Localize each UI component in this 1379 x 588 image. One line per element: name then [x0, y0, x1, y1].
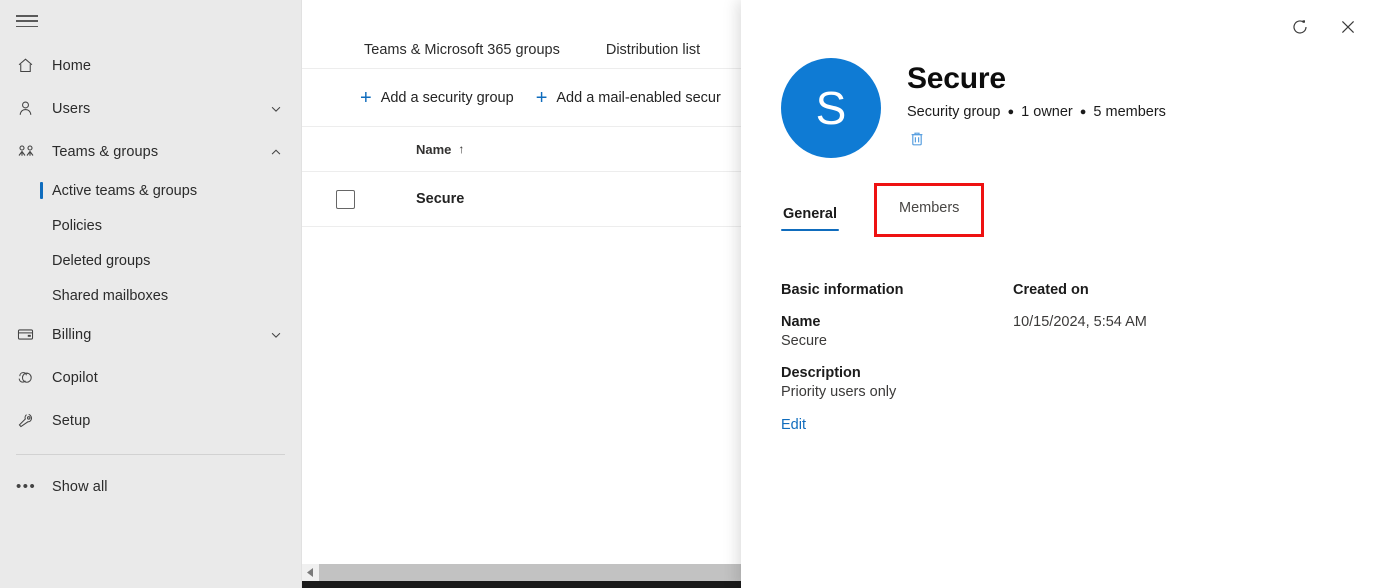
sidebar-subitem-active-teams-groups[interactable]: Active teams & groups	[0, 173, 301, 208]
plus-icon: +	[360, 88, 372, 108]
tab-general[interactable]: General	[781, 200, 839, 234]
billing-card-icon	[16, 325, 42, 344]
panel-header-text: Secure Security group ● 1 owner ● 5 memb…	[881, 58, 1166, 154]
tab-label: Distribution list	[606, 42, 700, 58]
sidebar-subitem-shared-mailboxes[interactable]: Shared mailboxes	[0, 278, 301, 313]
ellipsis-icon: •••	[16, 479, 42, 494]
group-details-panel: S Secure Security group ● 1 owner ● 5 me…	[741, 0, 1379, 588]
refresh-icon[interactable]	[1287, 14, 1313, 40]
sidebar-item-label: Teams & groups	[42, 144, 269, 160]
chevron-down-icon[interactable]	[269, 102, 283, 116]
field-value-description: Priority users only	[781, 384, 1013, 400]
add-a-security-group-button[interactable]: + Add a security group	[360, 88, 514, 108]
panel-body: Basic information Name Secure Descriptio…	[781, 282, 1379, 434]
sidebar-item-label: Show all	[42, 479, 283, 495]
page-title: Secure	[907, 62, 1166, 97]
panel-header: S Secure Security group ● 1 owner ● 5 me…	[741, 0, 1379, 158]
sidebar-item-label: Setup	[42, 413, 283, 429]
sidebar-subitem-label: Active teams & groups	[52, 183, 197, 199]
sidebar-item-show-all[interactable]: ••• Show all	[0, 465, 301, 508]
owner-count-label: 1 owner	[1021, 104, 1073, 120]
section-title: Basic information	[781, 282, 1013, 298]
panel-tab-label: Members	[899, 200, 959, 216]
chevron-up-icon[interactable]	[269, 145, 283, 159]
panel-subtitle: Security group ● 1 owner ● 5 members	[907, 104, 1166, 120]
chevron-down-icon[interactable]	[269, 328, 283, 342]
row-select-cell	[302, 190, 380, 209]
home-icon	[16, 56, 42, 75]
tab-label: Teams & Microsoft 365 groups	[364, 42, 560, 58]
sidebar-subitem-label: Deleted groups	[52, 253, 150, 269]
command-label: Add a mail-enabled secur	[556, 90, 720, 106]
edit-link[interactable]: Edit	[781, 417, 806, 433]
close-icon[interactable]	[1335, 14, 1361, 40]
panel-tab-label: General	[783, 206, 837, 222]
row-checkbox[interactable]	[336, 190, 355, 209]
bullet-separator-icon: ●	[1008, 106, 1015, 118]
plus-icon: +	[536, 88, 548, 108]
teams-groups-icon	[16, 142, 42, 162]
tab-teams-microsoft-365-groups[interactable]: Teams & Microsoft 365 groups	[360, 42, 564, 68]
sidebar-item-billing[interactable]: Billing	[0, 313, 301, 356]
sidebar-divider	[16, 454, 285, 455]
sidebar-item-teams-groups[interactable]: Teams & groups	[0, 130, 301, 173]
app-root: Home Users	[0, 0, 1379, 588]
panel-tabs: General Members	[781, 186, 1379, 234]
command-label: Add a security group	[381, 90, 514, 106]
sidebar: Home Users	[0, 0, 302, 588]
section-title: Created on	[1013, 282, 1379, 298]
sidebar-item-users[interactable]: Users	[0, 87, 301, 130]
group-type-label: Security group	[907, 104, 1001, 120]
column-header-label: Name	[416, 142, 451, 157]
created-on-value: 10/15/2024, 5:54 AM	[1013, 314, 1379, 330]
sidebar-item-home[interactable]: Home	[0, 44, 301, 87]
sidebar-nav: Home Users	[0, 44, 301, 508]
sidebar-item-copilot[interactable]: Copilot	[0, 356, 301, 399]
basic-information-section: Basic information Name Secure Descriptio…	[781, 282, 1013, 434]
sidebar-item-setup[interactable]: Setup	[0, 399, 301, 442]
user-icon	[16, 99, 42, 118]
hamburger-icon[interactable]	[16, 12, 42, 30]
field-value-name: Secure	[781, 333, 1013, 349]
tab-members[interactable]: Members	[877, 186, 981, 234]
field-label-description: Description	[781, 365, 1013, 381]
sort-ascending-icon: ↑	[458, 142, 464, 156]
sidebar-subitem-label: Policies	[52, 218, 102, 234]
member-count-label: 5 members	[1093, 104, 1166, 120]
scroll-left-arrow-icon[interactable]	[302, 564, 319, 581]
bullet-separator-icon: ●	[1080, 106, 1087, 118]
row-name-label: Secure	[416, 191, 464, 207]
sidebar-item-label: Copilot	[42, 370, 283, 386]
created-on-section: Created on 10/15/2024, 5:54 AM	[1013, 282, 1379, 434]
wrench-icon	[16, 411, 42, 430]
sidebar-subitem-deleted-groups[interactable]: Deleted groups	[0, 243, 301, 278]
panel-action-buttons	[1287, 14, 1361, 40]
avatar: S	[781, 58, 881, 158]
trash-icon[interactable]	[907, 129, 929, 151]
sidebar-item-label: Billing	[42, 327, 269, 343]
sidebar-item-label: Home	[42, 58, 283, 74]
field-label-name: Name	[781, 314, 1013, 330]
tab-distribution-list[interactable]: Distribution list	[602, 42, 704, 68]
add-a-mail-enabled-security-group-button[interactable]: + Add a mail-enabled secur	[536, 88, 721, 108]
sidebar-subitem-policies[interactable]: Policies	[0, 208, 301, 243]
copilot-icon	[16, 368, 42, 387]
sidebar-item-label: Users	[42, 101, 269, 117]
avatar-initial: S	[816, 81, 847, 135]
sidebar-subitem-label: Shared mailboxes	[52, 288, 168, 304]
